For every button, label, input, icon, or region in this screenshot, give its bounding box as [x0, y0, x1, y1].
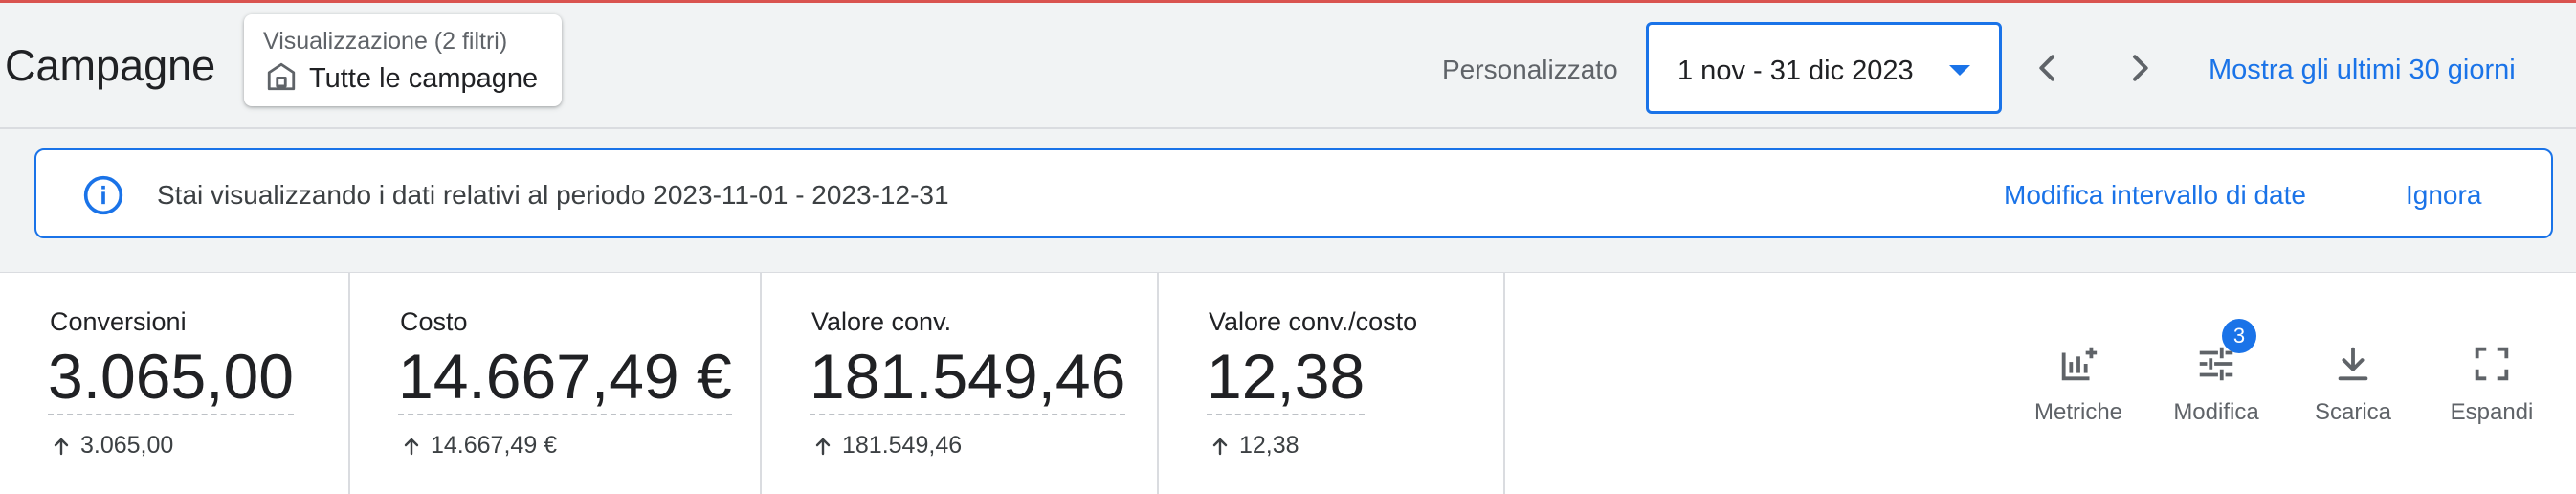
- scorecard-delta-value: 12,38: [1239, 432, 1299, 459]
- scorecard-value: 14.667,49 €: [398, 342, 732, 415]
- date-mode-label: Personalizzato: [1442, 55, 1618, 84]
- previous-period-button[interactable]: [2021, 41, 2075, 95]
- date-range-dropdown[interactable]: 1 nov - 31 dic 2023: [1646, 22, 2002, 114]
- arrow-up-icon: [1212, 438, 1228, 455]
- home-icon: [265, 60, 298, 98]
- scorecard-delta-value: 14.667,49 €: [431, 432, 558, 459]
- dismiss-banner-link[interactable]: Ignora: [2406, 180, 2481, 211]
- fullscreen-icon: [2475, 347, 2509, 381]
- date-range-info-banner: Stai visualizzando i dati relativi al pe…: [34, 148, 2553, 238]
- scorecard-value: 12,38: [1207, 342, 1366, 415]
- arrow-up-icon: [404, 438, 419, 455]
- info-icon: [83, 175, 123, 215]
- scorecard-conversions[interactable]: Conversioni 3.065,00 3.065,00: [0, 273, 350, 494]
- chevron-left-icon: [2039, 55, 2054, 81]
- scorecard-label: Valore conv./costo: [1209, 307, 1418, 336]
- scorecard-value: 181.549,46: [810, 342, 1126, 415]
- scorecard-delta: 12,38: [1209, 432, 1299, 460]
- chevron-right-icon: [2133, 55, 2148, 81]
- metrics-chart-icon: [2061, 347, 2098, 381]
- filter-count-badge: 3: [2222, 319, 2256, 353]
- expand-button[interactable]: Espandi: [2430, 342, 2554, 426]
- modify-button[interactable]: Modifica: [2154, 342, 2278, 426]
- scorecard-label: Valore conv.: [811, 307, 952, 336]
- scorecard-delta-value: 181.549,46: [842, 432, 963, 459]
- scorecards-panel: Conversioni 3.065,00 3.065,00 Costo 14.6…: [0, 272, 2576, 494]
- arrow-up-icon: [54, 438, 69, 455]
- banner-text: Stai visualizzando i dati relativi al pe…: [157, 180, 949, 210]
- date-range-value: 1 nov - 31 dic 2023: [1677, 56, 1914, 86]
- scorecard-value: 3.065,00: [48, 342, 294, 415]
- download-button[interactable]: Scarica: [2291, 342, 2415, 426]
- scorecard-cost[interactable]: Costo 14.667,49 € 14.667,49 €: [350, 273, 762, 494]
- scorecard-label: Conversioni: [50, 307, 187, 336]
- download-label: Scarica: [2314, 399, 2392, 425]
- scorecard-conv-value-per-cost[interactable]: Valore conv./costo 12,38 12,38: [1159, 273, 1505, 494]
- scorecard-delta: 14.667,49 €: [400, 432, 557, 460]
- chevron-down-icon: [1949, 65, 1970, 76]
- view-selector-label: Tutte le campagne: [309, 63, 539, 94]
- scorecard-label: Costo: [400, 307, 468, 336]
- metrics-label: Metriche: [2033, 399, 2123, 425]
- scorecard-delta-value: 3.065,00: [80, 432, 174, 459]
- scorecard-conversion-value[interactable]: Valore conv. 181.549,46 181.549,46: [762, 273, 1159, 494]
- arrow-up-icon: [815, 438, 831, 455]
- page-title: Campagne: [5, 41, 216, 90]
- view-selector-button[interactable]: Visualizzazione (2 filtri) Tutte le camp…: [244, 14, 562, 106]
- show-last-30-days-link[interactable]: Mostra gli ultimi 30 giorni: [2209, 55, 2516, 86]
- download-icon: [2338, 347, 2368, 381]
- edit-date-range-link[interactable]: Modifica intervallo di date: [2004, 180, 2306, 211]
- metrics-button[interactable]: Metriche: [2016, 342, 2141, 426]
- modify-label: Modifica: [2173, 399, 2259, 425]
- page-header: Campagne Visualizzazione (2 filtri) Tutt…: [0, 3, 2576, 129]
- view-selector-row: Tutte le campagne: [265, 60, 538, 98]
- expand-label: Espandi: [2450, 399, 2534, 425]
- view-selector-subtitle: Visualizzazione (2 filtri): [263, 28, 508, 55]
- next-period-button[interactable]: [2113, 41, 2166, 95]
- scorecard-delta: 3.065,00: [50, 432, 173, 460]
- scorecard-delta: 181.549,46: [811, 432, 962, 460]
